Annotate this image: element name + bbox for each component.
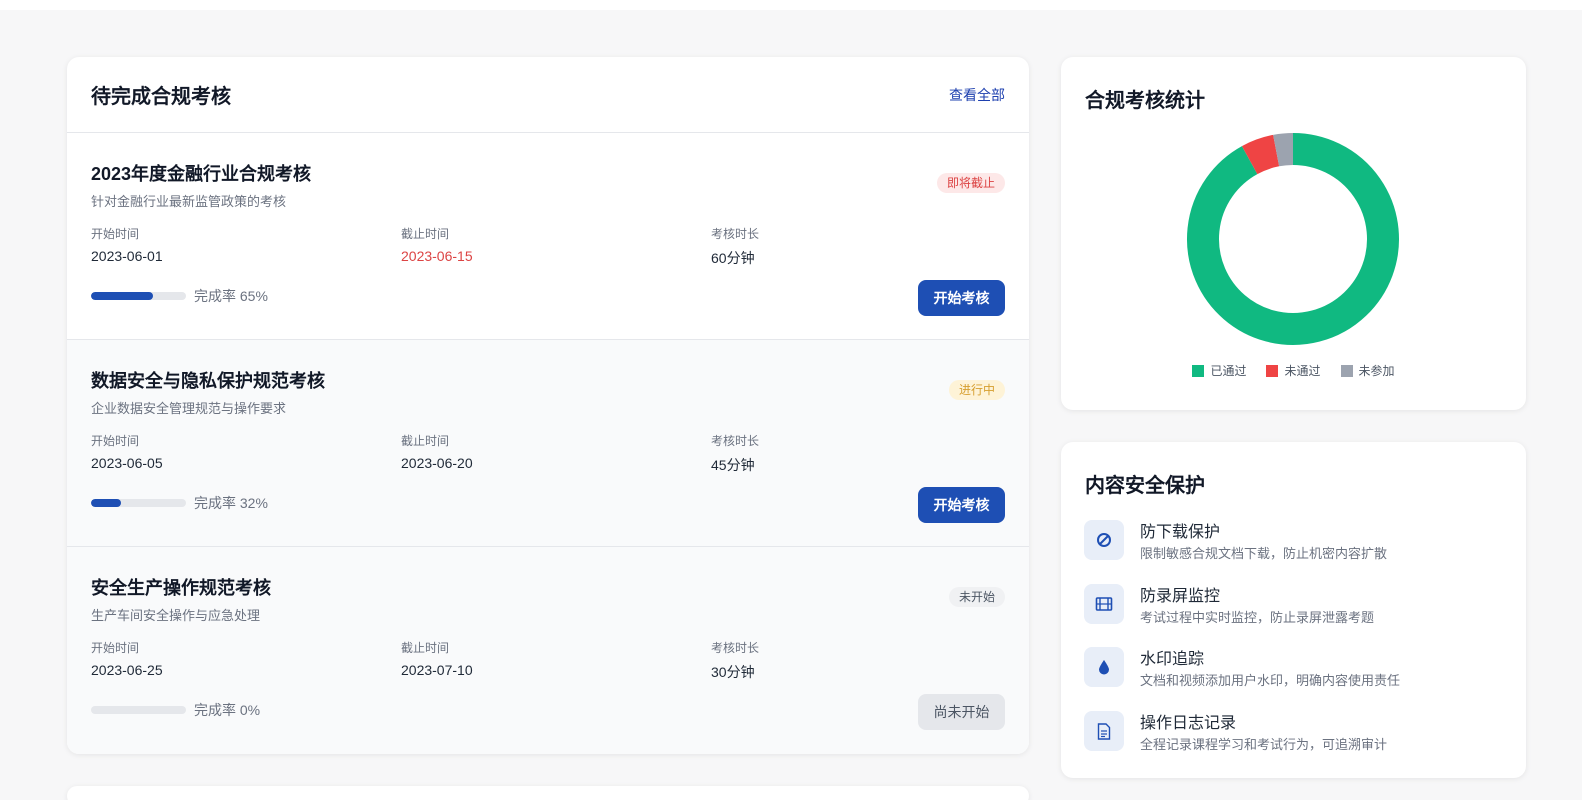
start-time: 开始时间 2023-06-05 <box>91 432 163 471</box>
not-started-button[interactable]: 尚未开始 <box>918 694 1005 730</box>
content-security-card: 内容安全保护 防下载保护 限制敏感合规文档下载，防止机密内容扩散 防录屏监控 考… <box>1061 442 1526 778</box>
compliance-stats-card: 合规考核统计 已通过 未通过 未参加 <box>1061 57 1526 410</box>
progress-text: 完成率 32% <box>194 495 268 511</box>
exam-title: 2023年度金融行业合规考核 <box>91 164 312 184</box>
feature-name: 操作日志记录 <box>1140 715 1237 732</box>
deadline-value: 2023-07-10 <box>401 662 473 678</box>
start-time-label: 开始时间 <box>91 641 140 655</box>
deadline: 截止时间 2023-06-20 <box>401 432 473 471</box>
pending-exams-header: 待完成合规考核 查看全部 <box>67 57 1029 133</box>
deadline-label: 截止时间 <box>401 641 450 655</box>
feature-description: 全程记录课程学习和考试行为，可追溯审计 <box>1140 737 1388 752</box>
start-time: 开始时间 2023-06-01 <box>91 225 163 264</box>
start-time: 开始时间 2023-06-25 <box>91 639 163 678</box>
start-exam-button[interactable]: 开始考核 <box>918 280 1005 316</box>
duration: 考核时长 30分钟 <box>711 639 759 682</box>
duration: 考核时长 60分钟 <box>711 225 759 268</box>
deadline-value: 2023-06-20 <box>401 455 473 471</box>
legend-swatch <box>1192 364 1205 377</box>
legend-label: 未通过 <box>1284 364 1321 378</box>
start-time-value: 2023-06-01 <box>91 248 163 264</box>
feature-no-download: 防下载保护 限制敏感合规文档下载，防止机密内容扩散 <box>1084 520 1504 565</box>
completion-progress: 完成率 0% <box>91 700 260 720</box>
legend-swatch <box>1340 364 1353 377</box>
donut-slice-1 <box>1241 134 1280 175</box>
deadline-value: 2023-06-15 <box>401 248 473 264</box>
deadline: 截止时间 2023-06-15 <box>401 225 473 264</box>
status-badge: 即将截止 <box>936 173 1005 193</box>
top-bar <box>0 0 1582 10</box>
feature-name: 水印追踪 <box>1140 651 1205 668</box>
feature-description: 限制敏感合规文档下载，防止机密内容扩散 <box>1140 546 1388 561</box>
progress-bar <box>91 292 186 300</box>
stats-title: 合规考核统计 <box>1085 90 1205 112</box>
completion-progress: 完成率 65% <box>91 286 268 306</box>
progress-text: 完成率 65% <box>194 288 268 304</box>
exam-item: 数据安全与隐私保护规范考核 企业数据安全管理规范与操作要求 进行中 开始时间 2… <box>67 340 1029 547</box>
exam-description: 针对金融行业最新监管政策的考核 <box>91 194 287 209</box>
feature-name: 防录屏监控 <box>1140 588 1221 605</box>
film-icon <box>1084 584 1124 624</box>
exam-description: 企业数据安全管理规范与操作要求 <box>91 401 287 416</box>
feature-name: 防下载保护 <box>1140 524 1221 541</box>
security-title: 内容安全保护 <box>1085 475 1205 497</box>
legend-item: 未参加 <box>1340 362 1395 379</box>
exam-item: 2023年度金融行业合规考核 针对金融行业最新监管政策的考核 即将截止 开始时间… <box>67 133 1029 340</box>
donut-slice-0 <box>1187 133 1399 345</box>
compliance-donut-chart <box>1187 133 1399 345</box>
pending-exams-title: 待完成合规考核 <box>91 86 231 108</box>
feature-description: 考试过程中实时监控，防止录屏泄露考题 <box>1140 610 1375 625</box>
legend-swatch <box>1266 364 1279 377</box>
feature-description: 文档和视频添加用户水印，明确内容使用责任 <box>1140 673 1401 688</box>
deadline-label: 截止时间 <box>401 227 450 241</box>
start-time-value: 2023-06-05 <box>91 455 163 471</box>
exam-title: 数据安全与隐私保护规范考核 <box>91 371 325 391</box>
duration-label: 考核时长 <box>711 434 760 448</box>
legend-label: 已通过 <box>1210 364 1247 378</box>
duration-value: 45分钟 <box>711 457 755 473</box>
deadline: 截止时间 2023-07-10 <box>401 639 473 678</box>
donut-slice-2 <box>1273 133 1294 167</box>
start-time-label: 开始时间 <box>91 227 140 241</box>
legend-item: 未通过 <box>1266 362 1321 379</box>
feature-anti-recording: 防录屏监控 考试过程中实时监控，防止录屏泄露考题 <box>1084 584 1504 629</box>
legend-label: 未参加 <box>1358 364 1395 378</box>
view-all-link[interactable]: 查看全部 <box>949 85 1005 105</box>
duration: 考核时长 45分钟 <box>711 432 759 475</box>
status-badge: 进行中 <box>948 380 1005 400</box>
pending-exams-card: 待完成合规考核 查看全部 2023年度金融行业合规考核 针对金融行业最新监管政策… <box>67 57 1029 754</box>
progress-bar <box>91 706 186 714</box>
progress-fill <box>91 292 153 300</box>
document-icon <box>1084 711 1124 751</box>
exam-title: 安全生产操作规范考核 <box>91 578 271 598</box>
no-download-icon <box>1084 520 1124 560</box>
progress-bar <box>91 499 186 507</box>
deadline-label: 截止时间 <box>401 434 450 448</box>
duration-label: 考核时长 <box>711 227 760 241</box>
feature-watermark: 水印追踪 文档和视频添加用户水印，明确内容使用责任 <box>1084 647 1504 692</box>
progress-fill <box>91 499 122 507</box>
duration-value: 60分钟 <box>711 250 755 266</box>
progress-text: 完成率 0% <box>194 702 261 718</box>
exam-description: 生产车间安全操作与应急处理 <box>91 608 261 623</box>
feature-operation-log: 操作日志记录 全程记录课程学习和考试行为，可追溯审计 <box>1084 711 1504 756</box>
next-card-edge <box>67 786 1029 800</box>
start-exam-button[interactable]: 开始考核 <box>918 487 1005 523</box>
duration-label: 考核时长 <box>711 641 760 655</box>
droplet-icon <box>1084 647 1124 687</box>
start-time-label: 开始时间 <box>91 434 140 448</box>
start-time-value: 2023-06-25 <box>91 662 163 678</box>
chart-legend: 已通过 未通过 未参加 <box>1061 362 1526 379</box>
legend-item: 已通过 <box>1192 362 1246 379</box>
status-badge: 未开始 <box>948 587 1005 607</box>
completion-progress: 完成率 32% <box>91 493 268 513</box>
duration-value: 30分钟 <box>711 664 755 680</box>
exam-item: 安全生产操作规范考核 生产车间安全操作与应急处理 未开始 开始时间 2023-0… <box>67 547 1029 754</box>
